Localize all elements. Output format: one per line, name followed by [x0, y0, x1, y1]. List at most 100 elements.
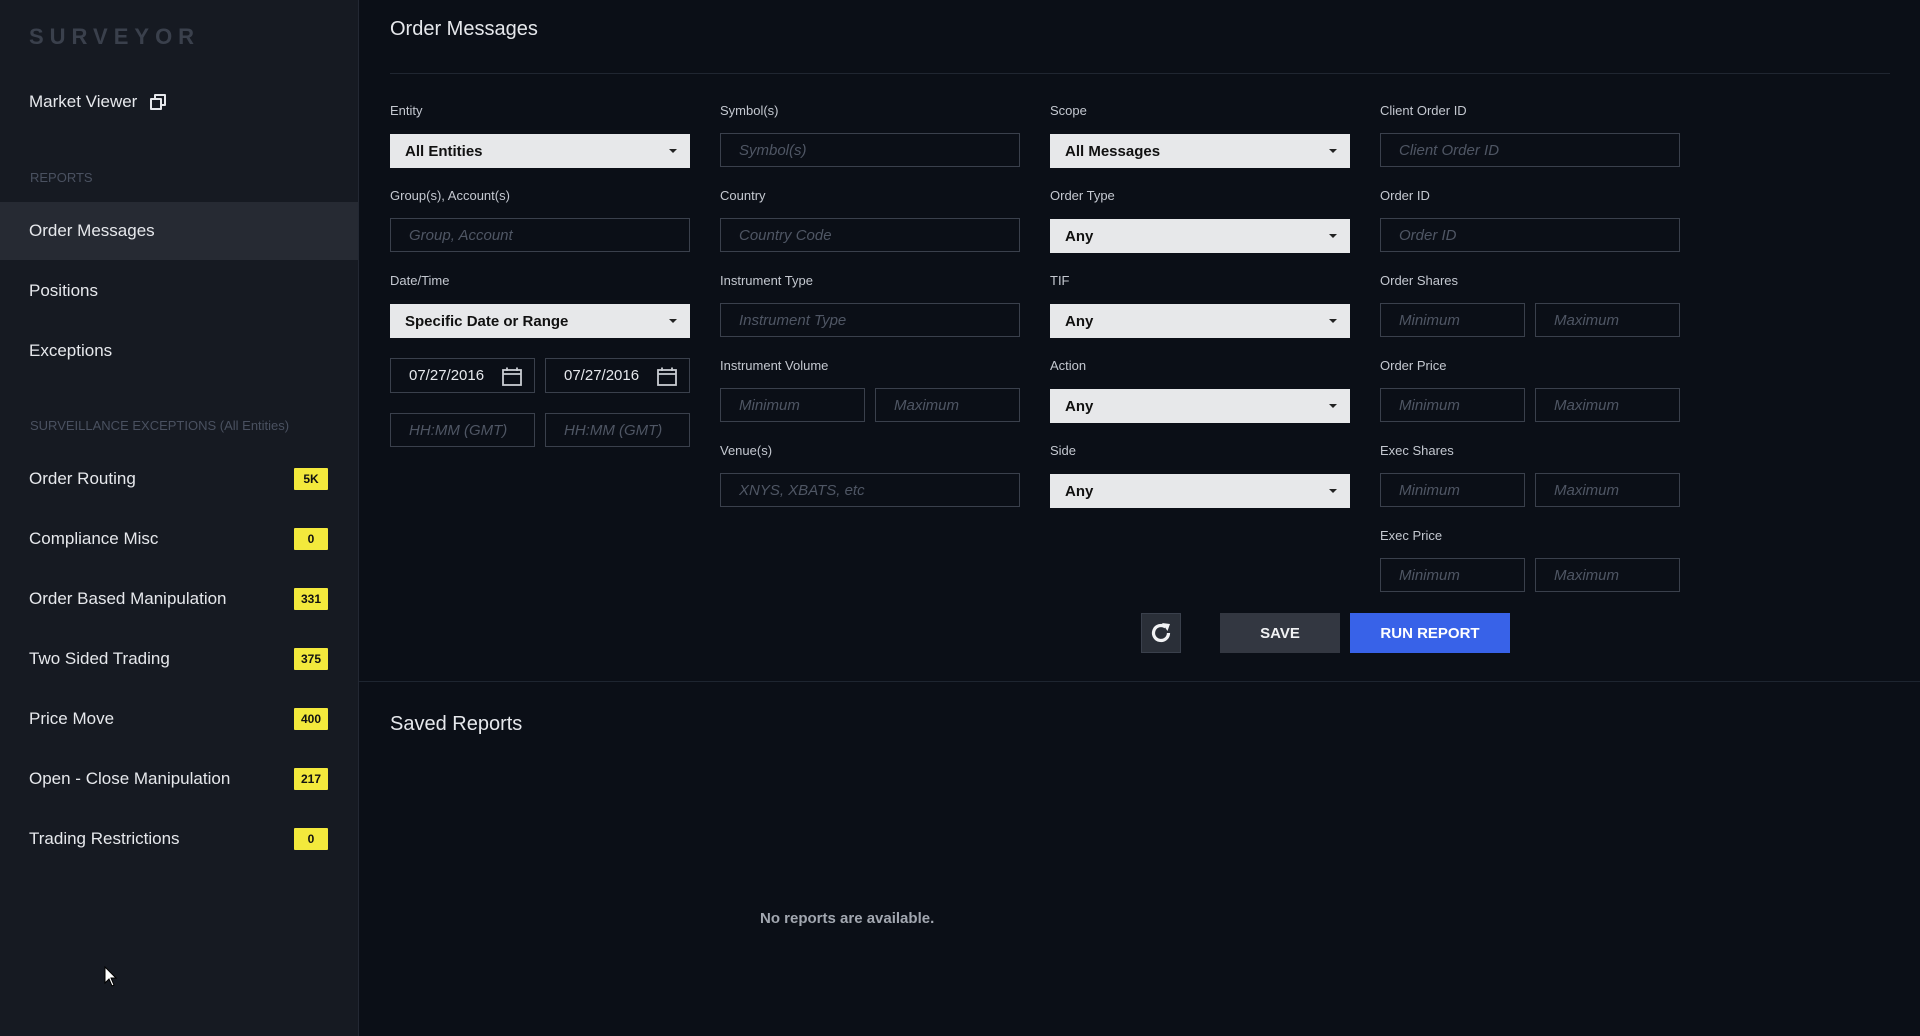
sidebar-item-exceptions[interactable]: Exceptions	[0, 322, 358, 380]
order-shares-min-input[interactable]	[1380, 303, 1525, 337]
group-account-label: Group(s), Account(s)	[390, 188, 510, 203]
date-to-value: 07/27/2016	[564, 367, 640, 384]
exec-shares-min-input[interactable]	[1380, 473, 1525, 507]
refresh-icon	[1151, 623, 1171, 643]
main-content: Order Messages Entity All Entities Group…	[359, 0, 1920, 1036]
exec-price-max-input[interactable]	[1535, 558, 1680, 592]
symbols-input[interactable]	[720, 133, 1020, 167]
sidebar-item-label: Positions	[29, 281, 98, 300]
sidebar-item-trading-restrictions[interactable]: Trading Restrictions 0	[0, 814, 358, 864]
sidebar-item-open-close-manipulation[interactable]: Open - Close Manipulation 217	[0, 754, 358, 804]
datetime-select-value: Specific Date or Range	[405, 312, 569, 330]
instrument-volume-label: Instrument Volume	[720, 358, 829, 373]
scope-select[interactable]: All Messages	[1050, 134, 1350, 168]
external-window-icon	[149, 93, 167, 111]
client-order-id-input[interactable]	[1380, 133, 1680, 167]
market-viewer-label: Market Viewer	[29, 92, 138, 111]
side-label: Side	[1050, 443, 1077, 458]
sidebar-item-order-routing[interactable]: Order Routing 5K	[0, 454, 358, 504]
surveillance-section-label: SURVEILLANCE EXCEPTIONS (All Entities)	[30, 418, 290, 433]
order-id-label: Order ID	[1380, 188, 1430, 203]
sidebar-item-order-messages[interactable]: Order Messages	[0, 202, 358, 260]
sidebar-item-compliance-misc[interactable]: Compliance Misc 0	[0, 514, 358, 564]
sidebar-item-price-move[interactable]: Price Move 400	[0, 694, 358, 744]
sidebar-item-label: Open - Close Manipulation	[29, 769, 231, 788]
save-button[interactable]: SAVE	[1220, 613, 1340, 653]
country-label: Country	[720, 188, 766, 203]
order-type-label: Order Type	[1050, 188, 1115, 203]
sidebar-item-positions[interactable]: Positions	[0, 262, 358, 320]
date-from-field[interactable]: 07/27/2016	[390, 358, 535, 393]
chevron-down-icon	[669, 149, 677, 153]
order-shares-max-input[interactable]	[1535, 303, 1680, 337]
volume-min-input[interactable]	[720, 388, 865, 422]
chevron-down-icon	[1329, 234, 1337, 238]
sidebar-item-label: Order Routing	[29, 469, 136, 488]
divider	[390, 73, 1890, 74]
chevron-down-icon	[1329, 489, 1337, 493]
entity-label: Entity	[390, 103, 423, 118]
market-viewer-link[interactable]: Market Viewer	[29, 92, 167, 112]
sidebar-item-label: Exceptions	[29, 341, 113, 360]
sidebar-item-label: Order Based Manipulation	[29, 589, 227, 608]
instrument-type-label: Instrument Type	[720, 273, 813, 288]
chevron-down-icon	[1329, 319, 1337, 323]
time-from-input[interactable]	[390, 413, 535, 447]
sidebar-item-order-based-manipulation[interactable]: Order Based Manipulation 331	[0, 574, 358, 624]
saved-reports-empty-message: No reports are available.	[760, 910, 935, 927]
count-badge: 0	[294, 828, 328, 850]
reports-section-label: REPORTS	[30, 170, 93, 185]
venues-input[interactable]	[720, 473, 1020, 507]
order-price-label: Order Price	[1380, 358, 1447, 373]
order-type-select[interactable]: Any	[1050, 219, 1350, 253]
datetime-label: Date/Time	[390, 273, 450, 288]
symbols-label: Symbol(s)	[720, 103, 779, 118]
scope-label: Scope	[1050, 103, 1087, 118]
order-price-min-input[interactable]	[1380, 388, 1525, 422]
calendar-icon[interactable]	[657, 367, 677, 386]
chevron-down-icon	[669, 319, 677, 323]
chevron-down-icon	[1329, 149, 1337, 153]
exec-price-min-input[interactable]	[1380, 558, 1525, 592]
scope-select-value: All Messages	[1065, 142, 1161, 160]
app-logo: SURVEYOR	[29, 24, 201, 49]
calendar-icon[interactable]	[502, 367, 522, 386]
group-account-input[interactable]	[390, 218, 690, 252]
sidebar-item-label: Compliance Misc	[29, 529, 159, 548]
action-select-value: Any	[1065, 397, 1094, 415]
sidebar-item-label: Order Messages	[29, 221, 155, 240]
count-badge: 400	[294, 708, 328, 730]
order-type-select-value: Any	[1065, 227, 1094, 245]
volume-max-input[interactable]	[875, 388, 1020, 422]
order-price-max-input[interactable]	[1535, 388, 1680, 422]
instrument-type-input[interactable]	[720, 303, 1020, 337]
count-badge: 0	[294, 528, 328, 550]
side-select-value: Any	[1065, 482, 1094, 500]
sidebar-item-label: Two Sided Trading	[29, 649, 170, 668]
datetime-select[interactable]: Specific Date or Range	[390, 304, 690, 338]
order-shares-label: Order Shares	[1380, 273, 1459, 288]
chevron-down-icon	[1329, 404, 1337, 408]
count-badge: 217	[294, 768, 328, 790]
sidebar-item-two-sided-trading[interactable]: Two Sided Trading 375	[0, 634, 358, 684]
side-select[interactable]: Any	[1050, 474, 1350, 508]
time-to-input[interactable]	[545, 413, 690, 447]
date-from-value: 07/27/2016	[409, 367, 485, 384]
page-title: Order Messages	[390, 18, 538, 40]
count-badge: 375	[294, 648, 328, 670]
run-report-button[interactable]: RUN REPORT	[1350, 613, 1510, 653]
entity-select[interactable]: All Entities	[390, 134, 690, 168]
count-badge: 331	[294, 588, 328, 610]
app-root: SURVEYOR Market Viewer REPORTS Order Mes…	[0, 0, 1920, 1036]
action-select[interactable]: Any	[1050, 389, 1350, 423]
order-id-input[interactable]	[1380, 218, 1680, 252]
country-input[interactable]	[720, 218, 1020, 252]
saved-reports-title: Saved Reports	[390, 713, 523, 735]
tif-select[interactable]: Any	[1050, 304, 1350, 338]
exec-shares-max-input[interactable]	[1535, 473, 1680, 507]
tif-label: TIF	[1050, 273, 1070, 288]
date-to-field[interactable]: 07/27/2016	[545, 358, 690, 393]
exec-price-label: Exec Price	[1380, 528, 1443, 543]
count-badge: 5K	[294, 468, 328, 490]
reset-button[interactable]	[1141, 613, 1181, 653]
